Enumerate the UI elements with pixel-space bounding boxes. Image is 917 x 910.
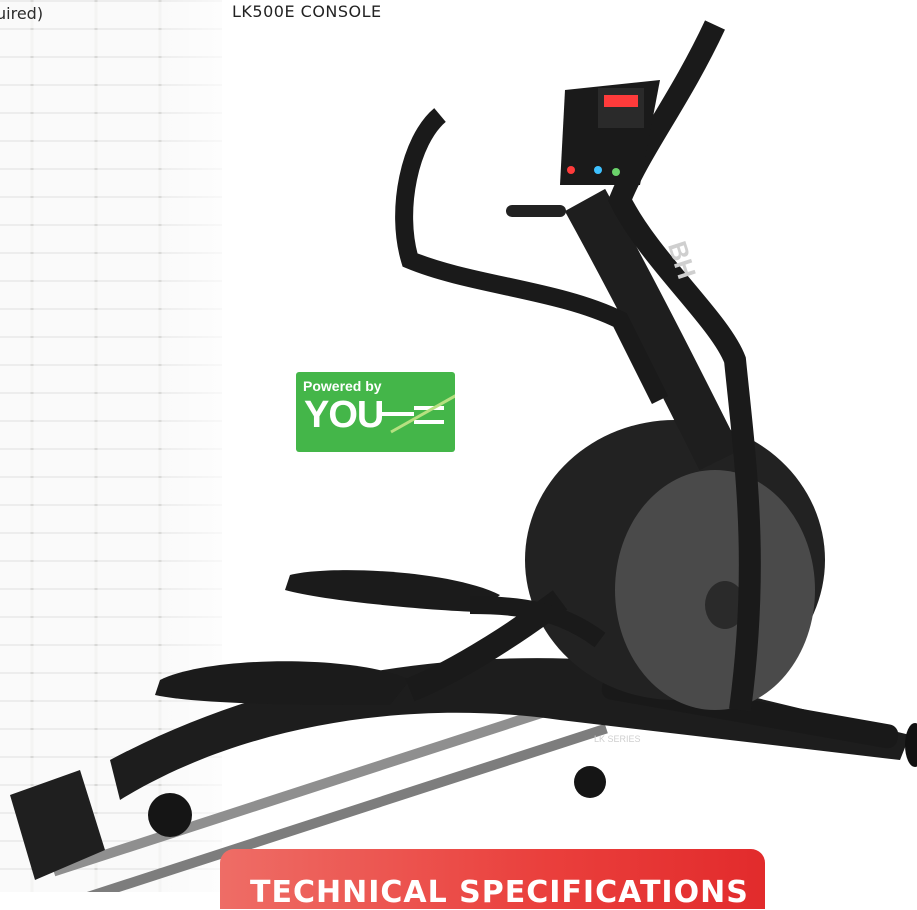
partial-required-text: uired) [0,4,44,23]
technical-specifications-label: TECHNICAL SPECIFICATIONS [250,875,749,910]
powered-by-you-badge: Powered by YOU [296,372,455,452]
technical-specifications-tab[interactable]: TECHNICAL SPECIFICATIONS [220,849,765,910]
elliptical-trainer-image: BH LK SERIES [10,20,917,892]
plug-icon [378,394,455,434]
lk-series-label: LK SERIES [594,734,641,744]
